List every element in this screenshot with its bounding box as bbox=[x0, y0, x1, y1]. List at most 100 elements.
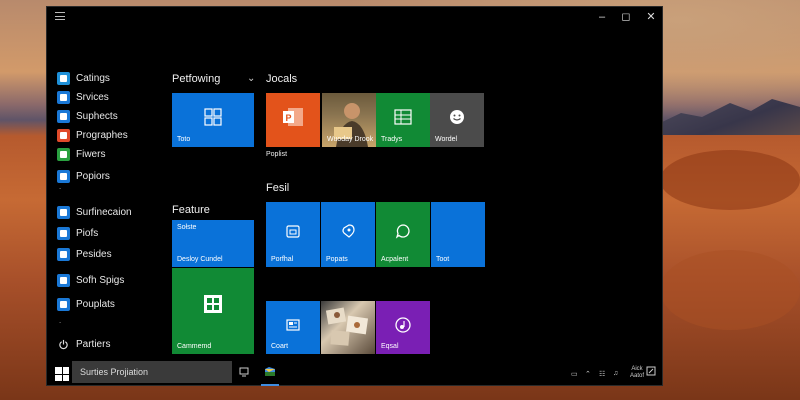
maps-icon bbox=[342, 224, 355, 239]
tile-label: Porfhal bbox=[271, 256, 294, 263]
active-indicator bbox=[261, 384, 279, 386]
spreadsheet-icon bbox=[394, 109, 412, 125]
app-icon bbox=[57, 128, 70, 142]
group-title-petfowing[interactable]: Petfowing bbox=[172, 73, 220, 85]
tile-poplist[interactable]: P bbox=[266, 93, 320, 147]
background-dune bbox=[660, 250, 800, 330]
app-icon bbox=[57, 109, 70, 123]
power-icon bbox=[57, 338, 70, 351]
tile-label: Wuoday Drook bbox=[327, 136, 374, 143]
powerpoint-icon: P bbox=[283, 108, 303, 127]
group-separator: ˙ bbox=[59, 187, 62, 197]
minimize-button[interactable]: – bbox=[591, 9, 613, 25]
tile-label: Coart bbox=[271, 343, 289, 350]
sidebar-item-pesides[interactable]: Pesides bbox=[57, 245, 112, 263]
sidebar-item-fiwers[interactable]: Fiwers bbox=[57, 145, 105, 163]
group-title-locals[interactable]: Jocals bbox=[266, 73, 297, 85]
sidebar-item-pouplats[interactable]: Pouplats bbox=[57, 295, 115, 313]
tile-label: Wordel bbox=[435, 136, 458, 143]
tray-icon[interactable]: ▭ bbox=[571, 370, 578, 378]
sidebar-item-suphects[interactable]: Suphects bbox=[57, 107, 118, 125]
sidebar-item-piofs[interactable]: Piofs bbox=[57, 224, 98, 242]
sidebar-item-label: Prographes bbox=[76, 129, 128, 141]
spreadsheet-icon bbox=[204, 295, 222, 314]
tile-porfhal[interactable]: Porfhal bbox=[266, 202, 320, 267]
app-icon bbox=[57, 247, 70, 261]
sidebar-item-sofh-spigs[interactable]: Sofh Spigs bbox=[57, 271, 124, 289]
tile-toot[interactable]: Toot bbox=[431, 202, 485, 267]
sidebar-item-prographes[interactable]: Prographes bbox=[57, 126, 128, 144]
sidebar-item-label: Partiers bbox=[76, 338, 111, 350]
group-title-fesil[interactable]: Fesil bbox=[266, 182, 289, 194]
sidebar-item-label: Surfinecaion bbox=[76, 206, 132, 218]
sidebar-item-label: Srvices bbox=[76, 91, 109, 103]
svg-text:P: P bbox=[286, 113, 292, 123]
app-icon bbox=[57, 147, 70, 161]
maximize-button[interactable]: ◻ bbox=[615, 9, 637, 25]
tile-label: Popats bbox=[326, 256, 348, 263]
group-separator: ˙ bbox=[59, 321, 62, 331]
group-title-feature[interactable]: Feature bbox=[172, 204, 210, 216]
tile-coart[interactable]: Coart bbox=[266, 301, 320, 354]
app-icon bbox=[57, 71, 70, 85]
app-icon bbox=[57, 169, 70, 183]
tile-acpalent[interactable]: Acpalent bbox=[376, 202, 430, 267]
hamburger-icon[interactable] bbox=[55, 12, 65, 20]
tile-desloy-cundel[interactable]: Sołste Desloy Cundel bbox=[172, 220, 254, 267]
app-icon bbox=[57, 297, 70, 311]
close-button[interactable]: ✕ bbox=[640, 9, 662, 25]
sidebar-item-label: Pesides bbox=[76, 248, 112, 260]
tile-cammemd[interactable]: Cammemd bbox=[172, 268, 254, 354]
tile-toto[interactable]: Toto bbox=[172, 93, 254, 147]
chevron-up-icon[interactable]: ⌃ bbox=[585, 370, 591, 378]
tile-label: Desloy Cundel bbox=[177, 256, 223, 263]
tile-label: Eqsal bbox=[381, 343, 399, 350]
tile-label: Sołste bbox=[177, 224, 197, 231]
notification-icon[interactable] bbox=[646, 366, 656, 376]
tile-label: Poplist bbox=[266, 151, 288, 158]
sidebar-item-label: Fiwers bbox=[76, 148, 106, 160]
sidebar-item-catings[interactable]: Catings bbox=[57, 69, 110, 87]
tile-popats[interactable]: Popats bbox=[321, 202, 375, 267]
windows-icon bbox=[204, 108, 222, 126]
task-view-icon[interactable] bbox=[239, 367, 249, 377]
sidebar-item-surfinecaion[interactable]: Surfinecaion bbox=[57, 203, 132, 221]
sidebar-item-partiers[interactable]: Partiers bbox=[57, 335, 110, 353]
search-input[interactable]: Surties Projiation bbox=[72, 361, 232, 383]
smiley-icon bbox=[450, 110, 464, 125]
sidebar-item-srvices[interactable]: Srvices bbox=[57, 88, 109, 106]
app-icon bbox=[57, 205, 70, 219]
explorer-icon[interactable] bbox=[264, 365, 276, 377]
tile-wordel[interactable]: Wordel bbox=[430, 93, 484, 147]
tile-label: Toto bbox=[177, 136, 191, 143]
clock[interactable]: Aick Aatof bbox=[630, 366, 644, 380]
title-bar: – ◻ ✕ bbox=[47, 7, 662, 27]
tile-eqsal[interactable]: Eqsal bbox=[376, 301, 430, 354]
tile-label: Cammemd bbox=[177, 343, 212, 350]
start-button[interactable] bbox=[55, 367, 69, 381]
clock-line-1: Aick bbox=[631, 366, 643, 372]
sidebar-item-popiors[interactable]: Popiors bbox=[57, 167, 110, 185]
chat-icon bbox=[395, 224, 410, 239]
app-icon bbox=[57, 90, 70, 104]
tile-photos[interactable] bbox=[321, 301, 375, 354]
background-dune bbox=[660, 150, 800, 210]
app-icon bbox=[57, 273, 70, 287]
tile-photo-person[interactable]: Wuoday Drook bbox=[322, 93, 376, 147]
app-icon bbox=[57, 226, 70, 240]
start-menu-window: – ◻ ✕ Catings Srvices Suphects Prographe… bbox=[46, 6, 663, 386]
volume-icon[interactable]: ♫ bbox=[613, 370, 618, 377]
clock-line-2: Aatof bbox=[629, 373, 644, 379]
sidebar-item-label: Piofs bbox=[76, 227, 99, 239]
sidebar-item-label: Pouplats bbox=[76, 298, 115, 310]
tile-label: Tradys bbox=[381, 136, 403, 143]
network-icon[interactable]: ☷ bbox=[599, 370, 605, 378]
tile-tradys[interactable]: Tradys bbox=[376, 93, 430, 147]
calendar-icon bbox=[286, 225, 300, 238]
tile-label: Toot bbox=[436, 256, 450, 263]
news-icon bbox=[286, 319, 300, 331]
taskbar: Surties Projiation ▭ ⌃ ☷ ♫ Aick Aatof bbox=[47, 359, 662, 387]
tile-label: Acpalent bbox=[381, 256, 409, 263]
sidebar-item-label: Suphects bbox=[76, 110, 118, 122]
chevron-down-icon[interactable]: ⌄ bbox=[247, 73, 255, 84]
